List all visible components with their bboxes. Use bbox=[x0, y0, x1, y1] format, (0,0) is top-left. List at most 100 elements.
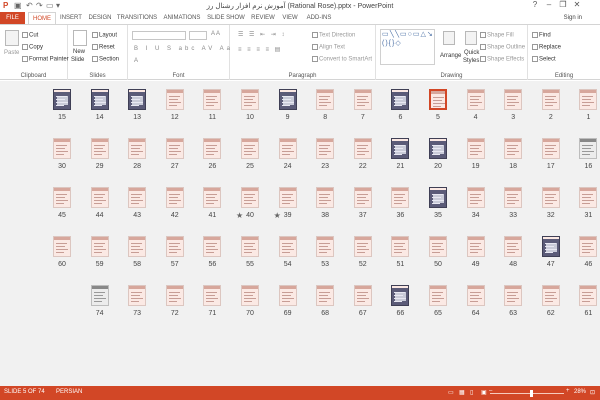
tab-review[interactable]: REVIEW bbox=[250, 12, 276, 24]
slide-thumbnail[interactable] bbox=[391, 236, 410, 257]
slide-thumbnail[interactable] bbox=[241, 236, 259, 257]
align-text-button[interactable]: Align Text bbox=[312, 44, 345, 51]
font-grow-icon[interactable]: A A bbox=[211, 31, 220, 37]
slide-thumbnail[interactable] bbox=[90, 236, 109, 257]
slide-thumbnail[interactable] bbox=[579, 89, 598, 110]
tab-design[interactable]: DESIGN bbox=[86, 12, 114, 24]
new-slide-button[interactable]: New bbox=[73, 49, 85, 55]
slide-thumbnail[interactable] bbox=[128, 285, 147, 306]
zoom-slider-knob[interactable] bbox=[529, 390, 533, 397]
shape-outline-button[interactable]: Shape Outline bbox=[480, 44, 525, 51]
font-format-buttons[interactable]: B I U S abc AV Aa bbox=[134, 46, 233, 52]
slide-thumbnail[interactable] bbox=[203, 187, 222, 208]
quick-styles-button-2[interactable]: Styles bbox=[463, 58, 479, 64]
slide-thumbnail[interactable] bbox=[466, 89, 485, 110]
slide-thumbnail[interactable] bbox=[353, 236, 372, 257]
format-painter-button[interactable]: Format Painter bbox=[22, 56, 69, 63]
cut-button[interactable]: Cut bbox=[22, 32, 38, 39]
animation-star-icon[interactable]: ★ bbox=[236, 211, 243, 220]
slide-thumbnail[interactable] bbox=[278, 236, 297, 257]
animation-star-icon[interactable]: ★ bbox=[274, 211, 281, 220]
arrange-button[interactable]: Arrange bbox=[440, 53, 461, 59]
slide-thumbnail[interactable] bbox=[128, 138, 147, 159]
slide-thumbnail[interactable] bbox=[504, 89, 523, 110]
slide-thumbnail[interactable] bbox=[241, 187, 259, 208]
slide-thumbnail[interactable] bbox=[504, 285, 523, 306]
tab-view[interactable]: VIEW bbox=[280, 12, 300, 24]
slide-thumbnail[interactable] bbox=[541, 236, 560, 257]
slide-thumbnail[interactable] bbox=[165, 236, 184, 257]
slide-thumbnail[interactable] bbox=[278, 89, 297, 110]
quick-styles-icon[interactable] bbox=[465, 31, 477, 45]
slide-thumbnail[interactable] bbox=[165, 89, 184, 110]
shape-effects-button[interactable]: Shape Effects bbox=[480, 56, 524, 63]
slide-thumbnail[interactable] bbox=[504, 187, 523, 208]
font-color-icon[interactable]: A bbox=[134, 58, 138, 64]
fit-to-window-icon[interactable]: ⊡ bbox=[590, 389, 595, 396]
slide-thumbnail[interactable] bbox=[316, 187, 335, 208]
slide-thumbnail[interactable] bbox=[391, 138, 410, 159]
slide-thumbnail[interactable] bbox=[90, 285, 109, 306]
paste-button[interactable]: Paste bbox=[4, 50, 19, 56]
slide-sorter-icon[interactable]: ▦ bbox=[459, 389, 465, 396]
paste-icon[interactable] bbox=[5, 30, 19, 46]
zoom-slider-track[interactable] bbox=[490, 393, 564, 394]
shapes-gallery[interactable]: ▭╲╲▭○▭△↘↙⇨⇧☆{}(){}◇ bbox=[380, 29, 435, 65]
text-direction-button[interactable]: Text Direction bbox=[312, 32, 355, 39]
tab-insert[interactable]: INSERT bbox=[58, 12, 84, 24]
slide-thumbnail[interactable] bbox=[429, 89, 447, 110]
slide-thumbnail[interactable] bbox=[353, 187, 372, 208]
slide-thumbnail[interactable] bbox=[241, 138, 259, 159]
font-size-select[interactable] bbox=[189, 31, 207, 40]
slide-thumbnail[interactable] bbox=[316, 236, 335, 257]
language-indicator[interactable]: PERSIAN bbox=[56, 389, 82, 395]
slide-thumbnail[interactable] bbox=[353, 89, 372, 110]
shape-fill-button[interactable]: Shape Fill bbox=[480, 32, 514, 39]
slide-thumbnail[interactable] bbox=[504, 236, 523, 257]
align-buttons[interactable]: ≡ ≡ ≡ ≡ ▤ bbox=[238, 46, 282, 53]
slide-thumbnail[interactable] bbox=[165, 285, 184, 306]
close-button[interactable]: ✕ bbox=[570, 0, 584, 11]
slide-thumbnail[interactable] bbox=[53, 236, 71, 257]
slide-thumbnail[interactable] bbox=[165, 187, 184, 208]
slide-thumbnail[interactable] bbox=[165, 138, 184, 159]
restore-button[interactable]: ❐ bbox=[556, 0, 570, 11]
font-family-select[interactable] bbox=[132, 31, 186, 40]
slide-thumbnail[interactable] bbox=[316, 138, 335, 159]
slide-thumbnail[interactable] bbox=[541, 187, 560, 208]
slide-thumbnail[interactable] bbox=[504, 138, 523, 159]
slide-thumbnail[interactable] bbox=[429, 285, 447, 306]
slide-thumbnail[interactable] bbox=[241, 285, 259, 306]
slide-thumbnail[interactable] bbox=[579, 236, 598, 257]
slide-thumbnail[interactable] bbox=[90, 89, 109, 110]
slide-thumbnail[interactable] bbox=[278, 187, 297, 208]
slide-thumbnail[interactable] bbox=[90, 138, 109, 159]
slide-thumbnail[interactable] bbox=[203, 89, 222, 110]
tab-slide-show[interactable]: SLIDE SHOW bbox=[206, 12, 246, 24]
new-slide-button-2[interactable]: Slide bbox=[71, 57, 84, 63]
slide-thumbnail[interactable] bbox=[278, 285, 297, 306]
slide-thumbnail[interactable] bbox=[278, 138, 297, 159]
slide-thumbnail[interactable] bbox=[391, 285, 410, 306]
slide-thumbnail[interactable] bbox=[391, 187, 410, 208]
quick-styles-button[interactable]: Quick bbox=[464, 50, 479, 56]
reading-view-icon[interactable]: ▯ bbox=[470, 389, 473, 396]
slide-thumbnail[interactable] bbox=[391, 89, 410, 110]
slide-thumbnail[interactable] bbox=[316, 89, 335, 110]
slide-thumbnail[interactable] bbox=[203, 138, 222, 159]
slide-thumbnail[interactable] bbox=[241, 89, 259, 110]
slide-thumbnail[interactable] bbox=[90, 187, 109, 208]
slide-thumbnail[interactable] bbox=[316, 285, 335, 306]
slide-thumbnail[interactable] bbox=[429, 187, 447, 208]
slide-thumbnail[interactable] bbox=[579, 138, 598, 159]
slide-thumbnail[interactable] bbox=[579, 187, 598, 208]
slide-thumbnail[interactable] bbox=[466, 138, 485, 159]
tab-add-ins[interactable]: ADD-INS bbox=[304, 12, 334, 24]
section-button[interactable]: Section bbox=[92, 56, 119, 63]
slide-thumbnail[interactable] bbox=[541, 285, 560, 306]
slideshow-view-icon[interactable]: ▣ bbox=[481, 389, 487, 396]
slide-thumbnail[interactable] bbox=[466, 236, 485, 257]
slide-thumbnail[interactable] bbox=[429, 138, 447, 159]
slide-thumbnail[interactable] bbox=[541, 138, 560, 159]
layout-button[interactable]: Layout bbox=[92, 32, 117, 39]
